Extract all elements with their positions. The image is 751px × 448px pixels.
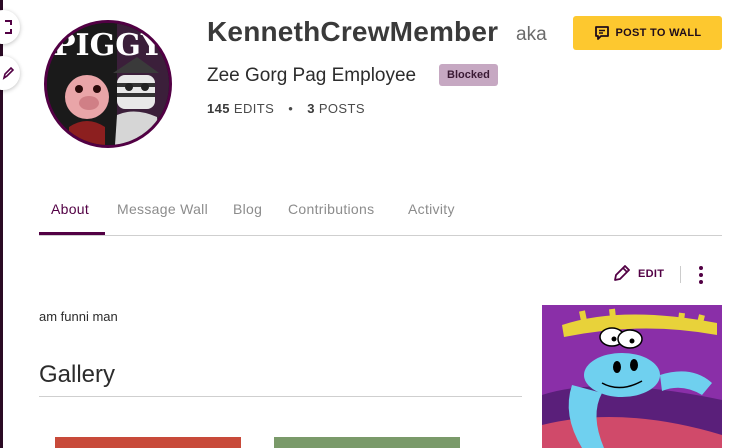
gallery-divider xyxy=(39,396,522,397)
tab-contributions[interactable]: Contributions xyxy=(276,198,386,235)
message-icon xyxy=(594,26,609,40)
gallery-thumbnail[interactable] xyxy=(274,437,460,448)
tab-about[interactable]: About xyxy=(39,198,105,235)
tab-blog[interactable]: Blog xyxy=(221,198,274,235)
pencil-icon xyxy=(2,66,14,80)
rail-edit-button[interactable] xyxy=(0,56,20,90)
edits-label: EDITS xyxy=(233,101,275,116)
gallery-heading: Gallery xyxy=(39,361,116,388)
gallery-thumbnail[interactable] xyxy=(55,437,241,448)
posts-label: POSTS xyxy=(318,101,365,116)
rail-expand-button[interactable] xyxy=(0,10,20,44)
posts-count: 3 xyxy=(307,101,315,116)
user-tagline: Zee Gorg Pag Employee xyxy=(207,65,417,86)
post-to-wall-label: POST TO WALL xyxy=(615,27,702,39)
post-to-wall-button[interactable]: POST TO WALL xyxy=(573,16,722,50)
aka-label: aka xyxy=(516,24,547,45)
expand-icon xyxy=(5,20,12,34)
profile-tabs: About Message Wall Blog Contributions Ac… xyxy=(39,198,722,236)
edit-button[interactable]: EDIT xyxy=(612,265,664,283)
user-bio: am funni man xyxy=(39,309,118,324)
pencil-icon xyxy=(614,265,630,281)
status-badge: Blocked xyxy=(439,64,498,86)
tab-message-wall[interactable]: Message Wall xyxy=(105,198,220,235)
edits-count: 145 xyxy=(207,101,230,116)
side-image xyxy=(542,305,722,448)
stats-separator: • xyxy=(288,101,294,116)
more-vertical-icon[interactable] xyxy=(696,265,706,285)
edit-label: EDIT xyxy=(638,268,665,280)
avatar-title: PIGGY xyxy=(53,28,163,63)
tab-activity[interactable]: Activity xyxy=(396,198,467,235)
user-stats: 145 EDITS • 3 POSTS xyxy=(207,101,365,116)
avatar: PIGGY xyxy=(44,20,172,148)
username: KennethCrewMember xyxy=(207,16,499,47)
action-divider xyxy=(680,266,681,283)
